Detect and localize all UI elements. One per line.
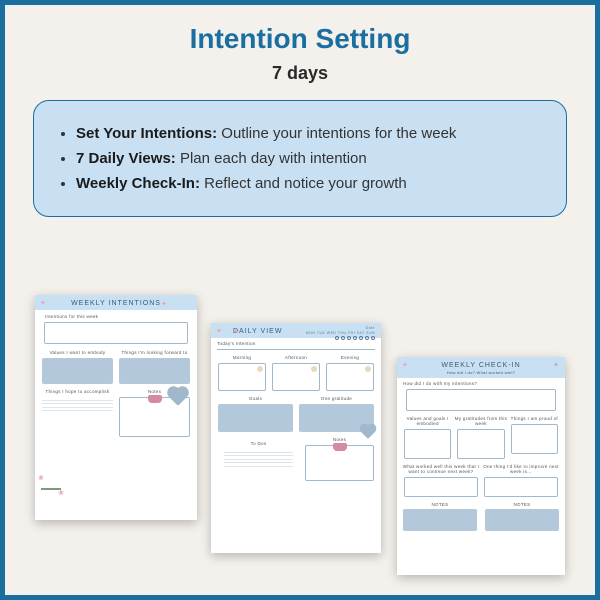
p2-label-goals: Goals (215, 396, 296, 401)
p2-label-notes: Notes (302, 437, 377, 442)
page-title: Intention Setting (5, 23, 595, 55)
p1-label-accomplish: Things I hope to accomplish (39, 389, 116, 394)
p1-box-values (42, 358, 113, 384)
p3-label-t1: Values and goals I embodied (401, 416, 454, 426)
p2-label-evening: Evening (323, 355, 377, 360)
page3-heading: WEEKLY CHECK-IN How did I do? What worke… (397, 357, 565, 378)
p2-box-afternoon (272, 363, 320, 391)
p2-label-afternoon: Afternoon (269, 355, 323, 360)
p2-box-evening (326, 363, 374, 391)
p3-box-q1 (406, 389, 556, 411)
p3-label-b2: One thing I'd like to improve next week … (481, 464, 561, 474)
p3-label-b1: What worked well this week that I want t… (401, 464, 481, 474)
info-box: Set Your Intentions: Outline your intent… (33, 100, 567, 217)
p2-box-goals (218, 404, 293, 432)
p2-box-morning (218, 363, 266, 391)
p1-lines-accomplish (42, 397, 113, 411)
preview-weekly-checkin: WEEKLY CHECK-IN How did I do? What worke… (397, 357, 565, 575)
bullet-2: 7 Daily Views: Plan each day with intent… (76, 150, 544, 167)
p1-box-forward (119, 358, 190, 384)
preview-pages: WEEKLY INTENTIONS Intentions for this we… (5, 265, 595, 595)
p1-label-values: Values I want to embody (39, 350, 116, 355)
p3-box-t1 (404, 429, 451, 459)
p3-label-t3: Things I am proud of (508, 416, 561, 421)
clip-icon (148, 395, 162, 403)
p3-box-n1 (403, 509, 477, 531)
p2-label-morning: Morning (215, 355, 269, 360)
preview-daily-view: DAILY VIEW Date MON TUE WED THU FRI SAT … (211, 323, 381, 553)
p2-lines-todos (224, 449, 293, 469)
p3-box-b2 (484, 477, 558, 497)
p3-box-n2 (485, 509, 559, 531)
p2-label-gratitude: One gratitude (296, 396, 377, 401)
p3-label-n1: NOTES (399, 502, 481, 507)
page-subtitle: 7 days (5, 63, 595, 84)
page1-heading: WEEKLY INTENTIONS (35, 295, 197, 310)
p3-box-t2 (457, 429, 504, 459)
plant-icon (41, 464, 61, 514)
bullet-3: Weekly Check-In: Reflect and notice your… (76, 175, 544, 192)
p3-box-b1 (404, 477, 478, 497)
p3-label-t2: My gratitudes from this week (454, 416, 507, 426)
p1-label-intentions: Intentions for this week (45, 314, 191, 319)
clip-icon (333, 443, 347, 451)
p3-box-t3 (511, 424, 558, 454)
p3-label-q1: How did I do with my intentions? (403, 381, 559, 386)
p1-label-forward: Things I'm looking forward to (116, 350, 193, 355)
p1-box-intentions (44, 322, 188, 344)
page2-heading: DAILY VIEW Date MON TUE WED THU FRI SAT … (211, 323, 381, 338)
preview-weekly-intentions: WEEKLY INTENTIONS Intentions for this we… (35, 295, 197, 520)
p2-days: Date MON TUE WED THU FRI SAT SUN (306, 326, 375, 340)
p2-label-todos: To Dos (221, 441, 296, 446)
p3-label-n2: NOTES (481, 502, 563, 507)
bullet-1: Set Your Intentions: Outline your intent… (76, 125, 544, 142)
